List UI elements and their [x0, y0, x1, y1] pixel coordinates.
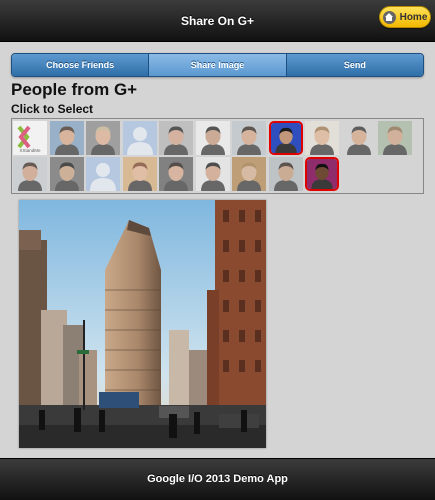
friend-avatar[interactable]: [378, 121, 412, 155]
friend-avatar[interactable]: [86, 157, 120, 191]
friend-avatar-selected[interactable]: [305, 157, 339, 191]
friend-avatar[interactable]: [49, 121, 84, 155]
tab-share-image[interactable]: Share Image: [148, 54, 286, 76]
friend-avatar[interactable]: [122, 121, 157, 155]
friend-avatar[interactable]: [341, 121, 376, 155]
tab-choose-friends[interactable]: Choose Friends: [12, 54, 149, 76]
home-icon: [382, 10, 396, 24]
friend-avatar[interactable]: [49, 157, 84, 191]
people-instruction: Click to Select: [11, 102, 94, 116]
friend-avatar[interactable]: [159, 157, 193, 191]
friend-avatar[interactable]: [305, 121, 339, 155]
home-button-label: Home: [399, 11, 428, 23]
friend-avatar[interactable]: [232, 121, 266, 155]
friend-avatar[interactable]: [268, 157, 303, 191]
people-grid: XStandMe: [11, 118, 424, 194]
friend-avatar[interactable]: [13, 157, 47, 191]
shared-image: [19, 200, 266, 448]
friend-avatar[interactable]: XStandMe: [13, 121, 47, 155]
tab-send[interactable]: Send: [285, 54, 423, 76]
header-bar: Share On G+ Home: [0, 0, 435, 42]
friend-avatar[interactable]: [195, 157, 230, 191]
friend-avatar[interactable]: [86, 121, 120, 155]
svg-text:XStandMe: XStandMe: [19, 148, 41, 153]
friend-avatar[interactable]: [232, 157, 266, 191]
friend-avatar[interactable]: [195, 121, 230, 155]
navbar-tabs: Choose Friends Share Image Send: [11, 53, 424, 77]
friend-avatar[interactable]: [159, 121, 193, 155]
footer-bar: Google I/O 2013 Demo App: [0, 458, 435, 500]
page-title: Share On G+: [180, 14, 255, 28]
friend-avatar-selected[interactable]: [268, 121, 303, 155]
friend-avatar[interactable]: [122, 157, 157, 191]
people-heading: People from G+: [11, 80, 138, 99]
footer-text: Google I/O 2013 Demo App: [147, 473, 288, 485]
home-button[interactable]: Home: [379, 6, 431, 28]
